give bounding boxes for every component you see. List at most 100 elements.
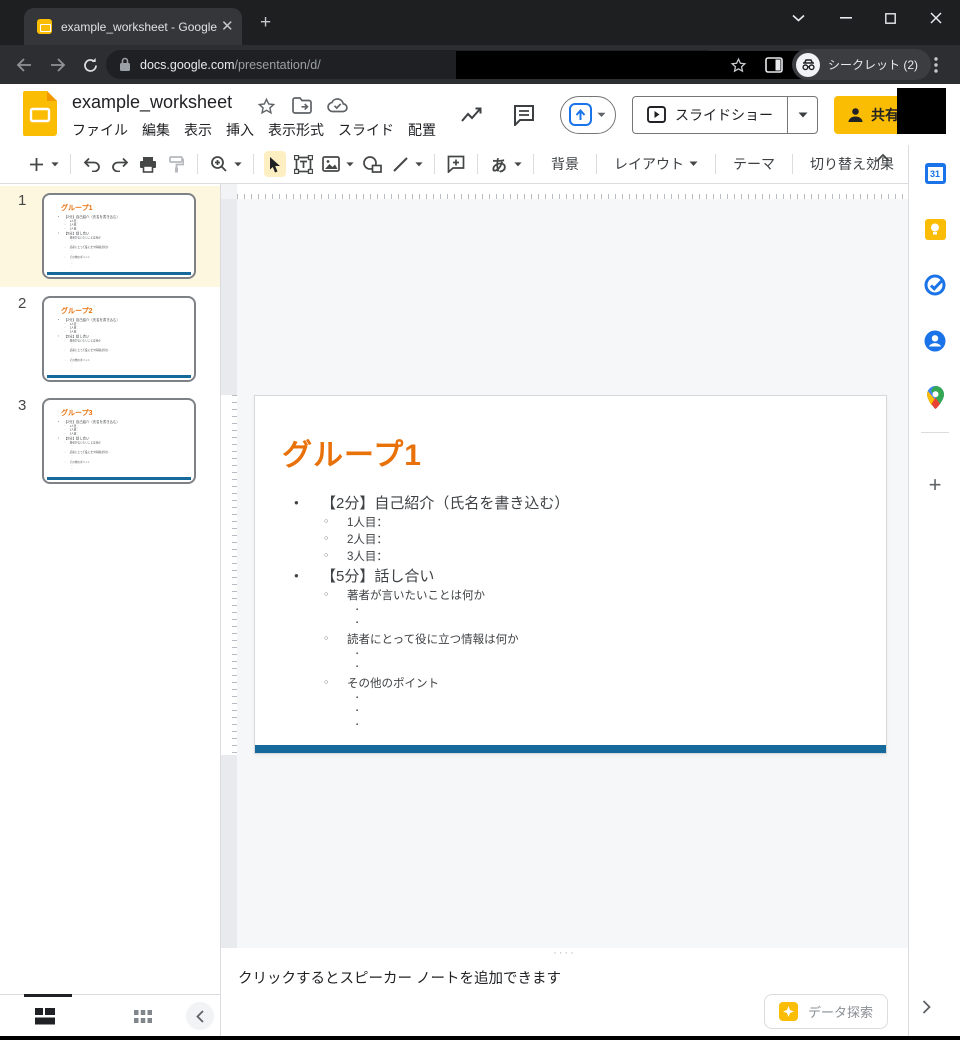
zoom-button[interactable] [208,151,230,177]
collapse-filmstrip-icon[interactable] [186,1002,214,1030]
menu-arrange[interactable]: 配置 [401,117,437,143]
slide-number: 1 [18,192,26,209]
slide-accent-bar [255,745,886,753]
incognito-label: シークレット (2) [828,56,918,73]
activity-dashboard-icon[interactable] [459,102,485,128]
side-panel-divider [921,432,949,433]
background-button[interactable]: 背景 [541,154,589,174]
hide-side-panel-icon[interactable] [922,1000,931,1014]
slide-thumbnail-card[interactable]: グループ3 【2分】自己紹介（氏名を書き込む）1人目：2人目：3人目：【5分】話… [42,398,196,484]
redo-button[interactable] [109,151,131,177]
reload-icon[interactable] [78,53,102,77]
lock-icon [119,57,131,72]
line-dropdown-icon[interactable] [412,162,426,167]
editing-canvas[interactable]: グループ1 【2分】自己紹介（氏名を書き込む）1人目：2人目：3人目：【5分】話… [220,184,908,948]
google-maps-icon[interactable] [923,385,947,409]
app-header: example_worksheet ファイル編集表示挿入表示形式スライド配置 ス… [0,84,960,145]
grid-view-icon[interactable] [132,1005,154,1027]
speaker-notes-panel[interactable]: ···· クリックするとスピーカー ノートを追加できます データ探索 [220,948,908,1036]
slideshow-play-icon [647,106,666,123]
zoom-dropdown-icon[interactable] [231,162,245,167]
window-minimize-button[interactable] [829,4,863,32]
bookmark-star-icon[interactable] [726,53,750,77]
slide-thumbnail-3[interactable]: 3 グループ3 【2分】自己紹介（氏名を書き込む）1人目：2人目：3人目：【5分… [0,391,220,492]
slide-thumbnail-card[interactable]: グループ2 【2分】自己紹介（氏名を書き込む）1人目：2人目：3人目：【5分】話… [42,296,196,382]
new-tab-button[interactable]: + [260,12,271,34]
speaker-notes-placeholder[interactable]: クリックするとスピーカー ノートを追加できます [238,967,561,988]
present-to-meeting-button[interactable] [560,96,616,134]
shape-button[interactable] [361,151,383,177]
slide-page[interactable]: グループ1 【2分】自己紹介（氏名を書き込む）1人目：2人目：3人目：【5分】話… [254,395,887,754]
undo-button[interactable] [81,151,103,177]
browser-menu-icon[interactable] [924,53,948,77]
side-panel: + [908,145,960,1036]
slideshow-split-button[interactable]: スライドショー [632,96,818,134]
filmstrip-view-icon[interactable] [34,1005,56,1027]
insert-image-button[interactable] [320,151,342,177]
menu-insert[interactable]: 挿入 [219,117,261,143]
text-box-button[interactable] [292,151,314,177]
incognito-badge[interactable]: シークレット (2) [792,49,931,80]
slide-thumbnail-card[interactable]: グループ1 【2分】自己紹介（氏名を書き込む）1人目：2人目：3人目：【5分】話… [42,193,196,279]
google-tasks-icon[interactable] [923,273,947,297]
slide-thumbnail-2[interactable]: 2 グループ2 【2分】自己紹介（氏名を書き込む）1人目：2人目：3人目：【5分… [0,289,220,390]
google-contacts-icon[interactable] [923,329,947,353]
text-options-button[interactable]: あ [488,151,510,177]
move-folder-icon[interactable] [292,97,312,117]
theme-button[interactable]: テーマ [723,154,785,174]
tab-close-icon[interactable]: ✕ [221,19,234,34]
slideshow-label: スライドショー [675,105,773,125]
side-panel-icon[interactable] [762,53,786,77]
comment-history-icon[interactable] [511,102,537,128]
google-calendar-icon[interactable] [923,161,947,185]
share-person-icon [847,107,864,123]
slideshow-button[interactable]: スライドショー [633,105,787,125]
window-close-button[interactable] [919,4,953,32]
vertical-ruler [221,199,237,948]
menu-slide[interactable]: スライド [331,117,401,143]
new-slide-button[interactable] [25,151,47,177]
slides-favicon-icon [37,19,52,34]
browser-tab[interactable]: example_worksheet - Google スラ ✕ [24,8,242,45]
toolbar-collapse-icon[interactable] [876,153,890,162]
notes-resize-handle[interactable]: ···· [221,949,908,957]
explore-icon [779,1002,798,1021]
window-maximize-button[interactable] [873,4,907,32]
browser-navbar: docs.google.com/presentation/d/ シークレット (… [0,45,960,84]
star-document-icon[interactable] [257,97,277,117]
paint-format-button[interactable] [165,151,187,177]
google-keep-icon[interactable] [923,217,947,241]
insert-comment-button[interactable] [445,151,467,177]
active-view-indicator [24,994,72,997]
avatar[interactable] [897,88,946,134]
slide-title[interactable]: グループ1 [282,430,422,474]
mini-bullets: 【2分】自己紹介（氏名を書き込む）1人目：2人目：3人目：【5分】話し合い著者が… [49,214,191,268]
menu-edit[interactable]: 編集 [135,117,177,143]
get-addons-icon[interactable]: + [923,473,947,497]
present-dropdown-icon [597,112,606,118]
incognito-icon [796,53,820,77]
text-options-dropdown-icon[interactable] [511,162,525,167]
new-slide-dropdown-icon[interactable] [48,162,62,167]
back-icon[interactable] [12,53,36,77]
cloud-saved-icon[interactable] [327,97,347,117]
slide-thumbnail-1[interactable]: 1 グループ1 【2分】自己紹介（氏名を書き込む）1人目：2人目：3人目：【5分… [0,186,220,287]
print-button[interactable] [137,151,159,177]
slide-bullets[interactable]: 【2分】自己紹介（氏名を書き込む）1人目：2人目：3人目：【5分】話し合い著者が… [255,491,886,732]
forward-icon[interactable] [46,53,70,77]
share-label: 共有 [871,105,899,125]
slides-toolbar: あ 背景 レイアウト テーマ 切り替え効果 [0,145,908,184]
document-title[interactable]: example_worksheet [72,92,232,113]
menu-file[interactable]: ファイル [65,117,135,143]
menu-view[interactable]: 表示 [177,117,219,143]
address-bar[interactable]: docs.google.com/presentation/d/ [106,50,720,79]
select-tool-button[interactable] [264,151,286,177]
menu-format[interactable]: 表示形式 [261,117,331,143]
line-tool-button[interactable] [389,151,411,177]
image-dropdown-icon[interactable] [343,162,357,167]
layout-button[interactable]: レイアウト [604,154,708,174]
slides-logo-icon[interactable] [23,91,57,136]
slideshow-dropdown[interactable] [787,96,817,134]
explore-button[interactable]: データ探索 [764,994,888,1029]
window-profile-chevron-icon[interactable] [781,4,815,32]
